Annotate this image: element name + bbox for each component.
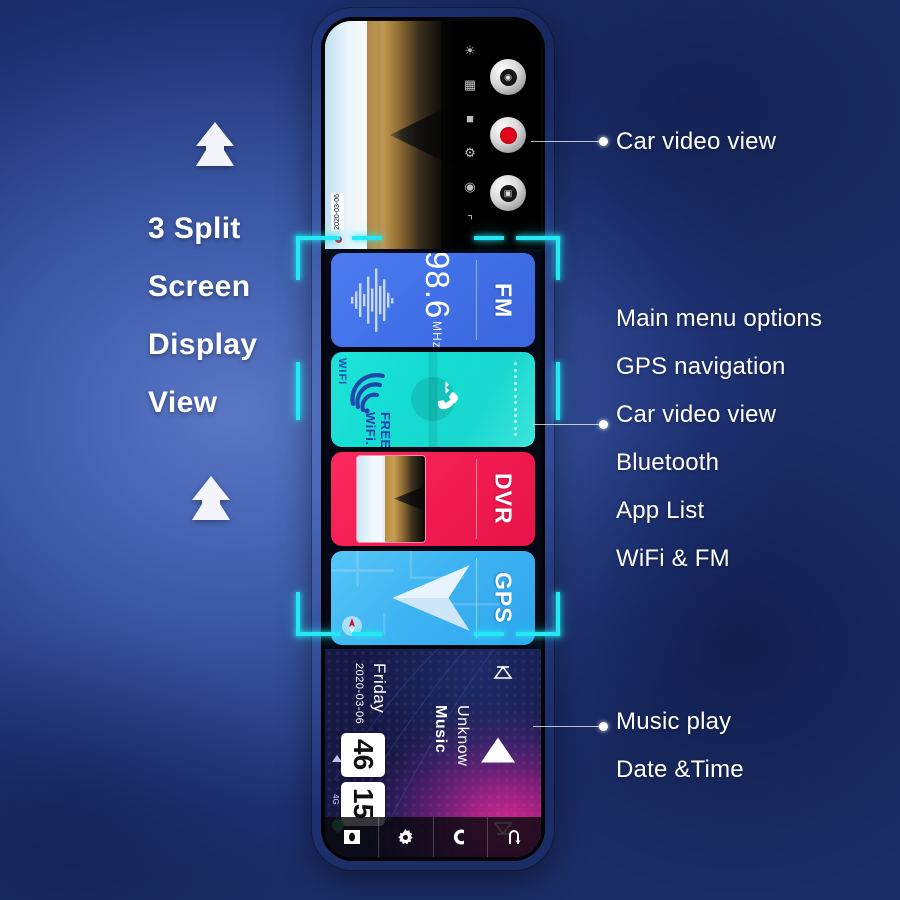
dvr-terrain	[385, 455, 425, 542]
music-track-title: Music	[432, 705, 449, 754]
callout-mid-line-4: Bluetooth	[616, 449, 720, 476]
callout-mid-line-5: App List	[616, 497, 705, 524]
callout-top-line-1: Car video view	[616, 128, 777, 155]
leader-line-middle	[533, 424, 604, 425]
device-navbar	[325, 817, 541, 857]
tile-dvr[interactable]: DVR	[331, 451, 535, 546]
tile-fm-radio[interactable]: 98.6 MHz FM	[331, 253, 535, 348]
leader-line-top	[531, 141, 604, 142]
clock-display: 46 15	[341, 733, 385, 826]
fm-frequency-number: 98.6	[419, 253, 456, 320]
callout-mid-line-6: WiFi & FM	[616, 545, 730, 572]
gallery-icon: ▣	[499, 184, 517, 202]
camera-buttons-group: ◉ ▣	[483, 21, 533, 249]
callout-bottom-line-1: Music play	[616, 708, 732, 735]
camera-timestamp: 2020-03-06	[331, 193, 344, 231]
navbar-settings-button[interactable]	[379, 817, 434, 857]
wifi-free-label: FREE WiFi.	[363, 412, 393, 447]
callout-dot-middle	[599, 420, 608, 429]
callout-mid-line-1: Main menu options	[616, 305, 823, 332]
wifi-dotted-divider	[513, 362, 517, 437]
leader-line-bottom	[533, 726, 604, 727]
car-video-view-panel[interactable]: ☀ ▦ ■ ⚙ ◉ ⌝ ◉ ▣ 2020-03-06	[325, 21, 541, 249]
navbar-back-button[interactable]	[434, 817, 488, 857]
play-button[interactable]	[479, 736, 517, 771]
wifi-signal-icon	[347, 370, 391, 414]
flash-icon[interactable]: ☀	[464, 44, 476, 57]
music-weekday: Friday	[370, 663, 389, 714]
previous-track-icon[interactable]	[493, 665, 513, 686]
callout-music-datetime: Music play Date &Time	[616, 698, 744, 794]
callout-mid-line-3: Car video view	[616, 401, 777, 428]
gps-navigation-arrow-icon	[385, 551, 481, 645]
music-player-panel[interactable]: 2020-03-06 Friday 46 15 Music Unknow 4G	[325, 649, 541, 857]
battery-icon[interactable]: ■	[466, 112, 474, 125]
camera-switch-icon[interactable]: ◉	[464, 180, 475, 193]
bluetooth-phone-icon[interactable]	[425, 377, 469, 421]
callout-dot-top	[599, 137, 608, 146]
resolution-icon[interactable]: ▦	[464, 78, 476, 91]
status-network-label: 4G	[331, 794, 340, 805]
callout-dot-bottom	[599, 722, 608, 731]
rearview-mirror-device: ☀ ▦ ■ ⚙ ◉ ⌝ ◉ ▣ 2020-03-06 98.6 MHz FM W…	[312, 8, 554, 870]
record-button[interactable]	[490, 117, 526, 153]
device-screen: ☀ ▦ ■ ⚙ ◉ ⌝ ◉ ▣ 2020-03-06 98.6 MHz FM W…	[325, 21, 541, 857]
tile-wifi-bluetooth[interactable]: WIFI FREE WiFi.	[331, 352, 535, 447]
recording-indicator-dot	[335, 236, 342, 243]
callout-main-menu-list: Main menu options GPS navigation Car vid…	[616, 295, 822, 583]
tile-label-gps: GPS	[490, 572, 517, 624]
fm-equalizer-icon	[349, 263, 395, 337]
camera-tool-column: ☀ ▦ ■ ⚙ ◉ ⌝	[457, 33, 483, 237]
settings-gear-icon[interactable]: ⚙	[464, 146, 476, 159]
tile-label-fm: FM	[490, 282, 517, 318]
callout-mid-line-2: GPS navigation	[616, 353, 786, 380]
gps-compass-icon	[341, 615, 363, 637]
callout-bottom-line-2: Date &Time	[616, 756, 744, 783]
navbar-return-button[interactable]	[488, 817, 541, 857]
poster-root: 3 Split Screen Display View ☀ ▦ ■ ⚙ ◉ ⌝ …	[0, 0, 900, 900]
clock-minute: 46	[341, 733, 385, 777]
navbar-home-button[interactable]	[325, 817, 380, 857]
dvr-video-thumbnail	[357, 455, 425, 542]
bracket-icon[interactable]: ⌝	[467, 214, 473, 227]
record-icon	[499, 126, 517, 144]
fm-frequency-value: 98.6 MHz	[409, 253, 465, 347]
photo-capture-button[interactable]: ◉	[490, 59, 526, 95]
music-date: 2020-03-06	[353, 663, 365, 725]
gallery-button[interactable]: ▣	[490, 175, 526, 211]
status-wifi-icon	[329, 752, 345, 773]
fm-frequency-unit: MHz	[430, 321, 444, 348]
device-bezel: ☀ ▦ ■ ⚙ ◉ ⌝ ◉ ▣ 2020-03-06 98.6 MHz FM W…	[321, 17, 545, 861]
tile-gps[interactable]: GPS	[331, 550, 535, 645]
tile-label-dvr: DVR	[490, 472, 517, 525]
music-artist: Unknow	[454, 705, 471, 767]
double-chevron-up-icon	[192, 118, 238, 174]
photo-capture-icon: ◉	[499, 68, 517, 86]
callout-car-video-view: Car video view	[616, 118, 776, 166]
double-chevron-up-icon-2	[188, 472, 234, 528]
main-menu-tiles: 98.6 MHz FM WIFI FREE WiFi. DVR GPS	[325, 249, 541, 649]
